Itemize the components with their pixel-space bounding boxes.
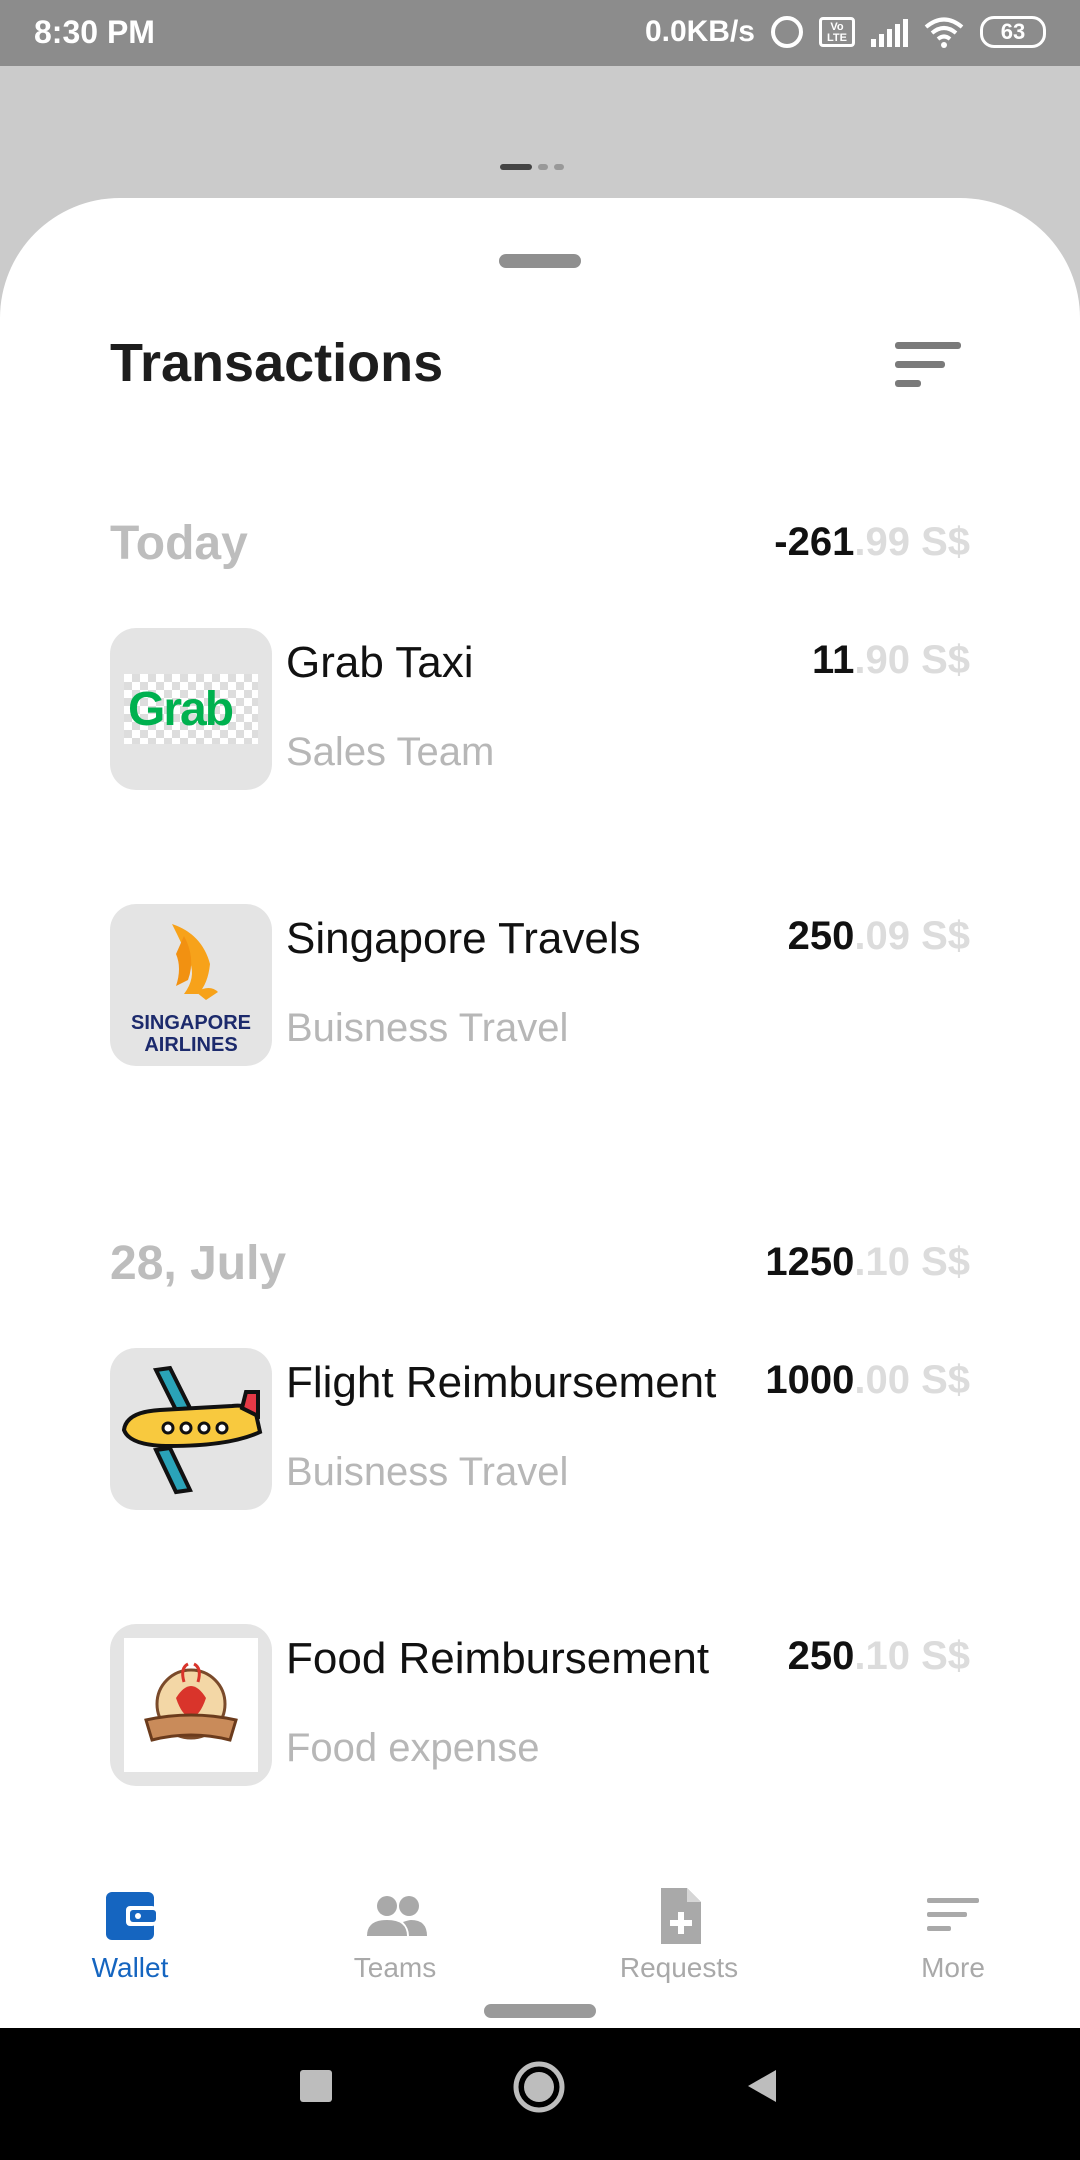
section-total: -261.99 S$ (774, 520, 970, 564)
nav-label: Wallet (91, 1952, 169, 1983)
section-header-28-july: 28, July 1250.10 S$ (110, 1236, 970, 1300)
status-bar: 8:30 PM 0.0KB/s Vo LTE 63 (0, 0, 1080, 66)
singapore-airlines-logo: SINGAPORE AIRLINES (110, 904, 272, 1066)
transaction-row[interactable]: Grab Grab Taxi Sales Team 11.90 S$ (110, 628, 970, 792)
section-header-today: Today -261.99 S$ (110, 516, 970, 580)
signal-icon (871, 17, 908, 47)
sort-filter-icon[interactable] (895, 342, 961, 388)
alarm-icon (771, 16, 803, 48)
transaction-title: Food Reimbursement (286, 1634, 710, 1683)
wallet-icon (100, 1888, 160, 1944)
page-title: Transactions (110, 333, 444, 393)
grab-logo: Grab (110, 628, 272, 790)
battery-icon: 63 (980, 16, 1046, 48)
transaction-category: Sales Team (286, 730, 495, 774)
status-time: 8:30 PM (34, 14, 155, 50)
wifi-icon (924, 17, 964, 48)
transaction-row[interactable]: SINGAPORE AIRLINES Singapore Travels Bui… (110, 904, 970, 1068)
network-speed: 0.0KB/s (644, 15, 755, 48)
transaction-title: Grab Taxi (286, 638, 474, 687)
transaction-amount: 250.09 S$ (787, 914, 970, 958)
nav-teams[interactable]: Teams (305, 1888, 485, 1984)
back-triangle-icon[interactable] (742, 2066, 782, 2106)
nav-wallet[interactable]: Wallet (40, 1888, 220, 1984)
transaction-amount: 11.90 S$ (812, 638, 970, 682)
document-add-icon (649, 1888, 709, 1944)
nav-label: Requests (619, 1952, 739, 1983)
people-icon (365, 1888, 427, 1944)
section-date: Today (110, 517, 248, 570)
transaction-amount: 250.10 S$ (787, 1634, 970, 1678)
transaction-row[interactable]: Flight Reimbursement Buisness Travel 100… (110, 1348, 970, 1512)
nav-more[interactable]: More (863, 1888, 1043, 1984)
transaction-title: Singapore Travels (286, 914, 641, 963)
sheet-drag-handle[interactable] (499, 254, 581, 268)
nav-label: More (921, 1952, 985, 1983)
system-navigation-bar (0, 2028, 1080, 2160)
status-icons: 0.0KB/s Vo LTE 63 (645, 12, 1046, 52)
transaction-row[interactable]: Food Reimbursement Food expense 250.10 S… (110, 1624, 970, 1788)
menu-lines-icon (923, 1888, 983, 1944)
home-circle-icon[interactable] (512, 2060, 566, 2114)
nav-requests[interactable]: Requests (589, 1888, 769, 1984)
transaction-title: Flight Reimbursement (286, 1358, 717, 1407)
food-logo-icon (110, 1624, 272, 1786)
bird-icon (172, 924, 218, 1000)
section-total: 1250.10 S$ (765, 1240, 970, 1284)
transaction-category: Buisness Travel (286, 1450, 569, 1494)
volte-icon: Vo LTE (819, 17, 855, 47)
page-indicator (500, 164, 564, 170)
transaction-category: Buisness Travel (286, 1006, 569, 1050)
home-indicator[interactable] (484, 2004, 596, 2018)
section-date: 28, July (110, 1237, 287, 1290)
recents-square-icon[interactable] (296, 2066, 336, 2106)
transaction-amount: 1000.00 S$ (765, 1358, 970, 1402)
transactions-sheet: Transactions Today -261.99 S$ Grab Grab … (0, 198, 1080, 2028)
nav-label: Teams (353, 1952, 437, 1983)
bottom-navigation: Wallet Teams Requests More (0, 1858, 1080, 2028)
airplane-icon (110, 1348, 272, 1510)
transaction-category: Food expense (286, 1726, 540, 1770)
